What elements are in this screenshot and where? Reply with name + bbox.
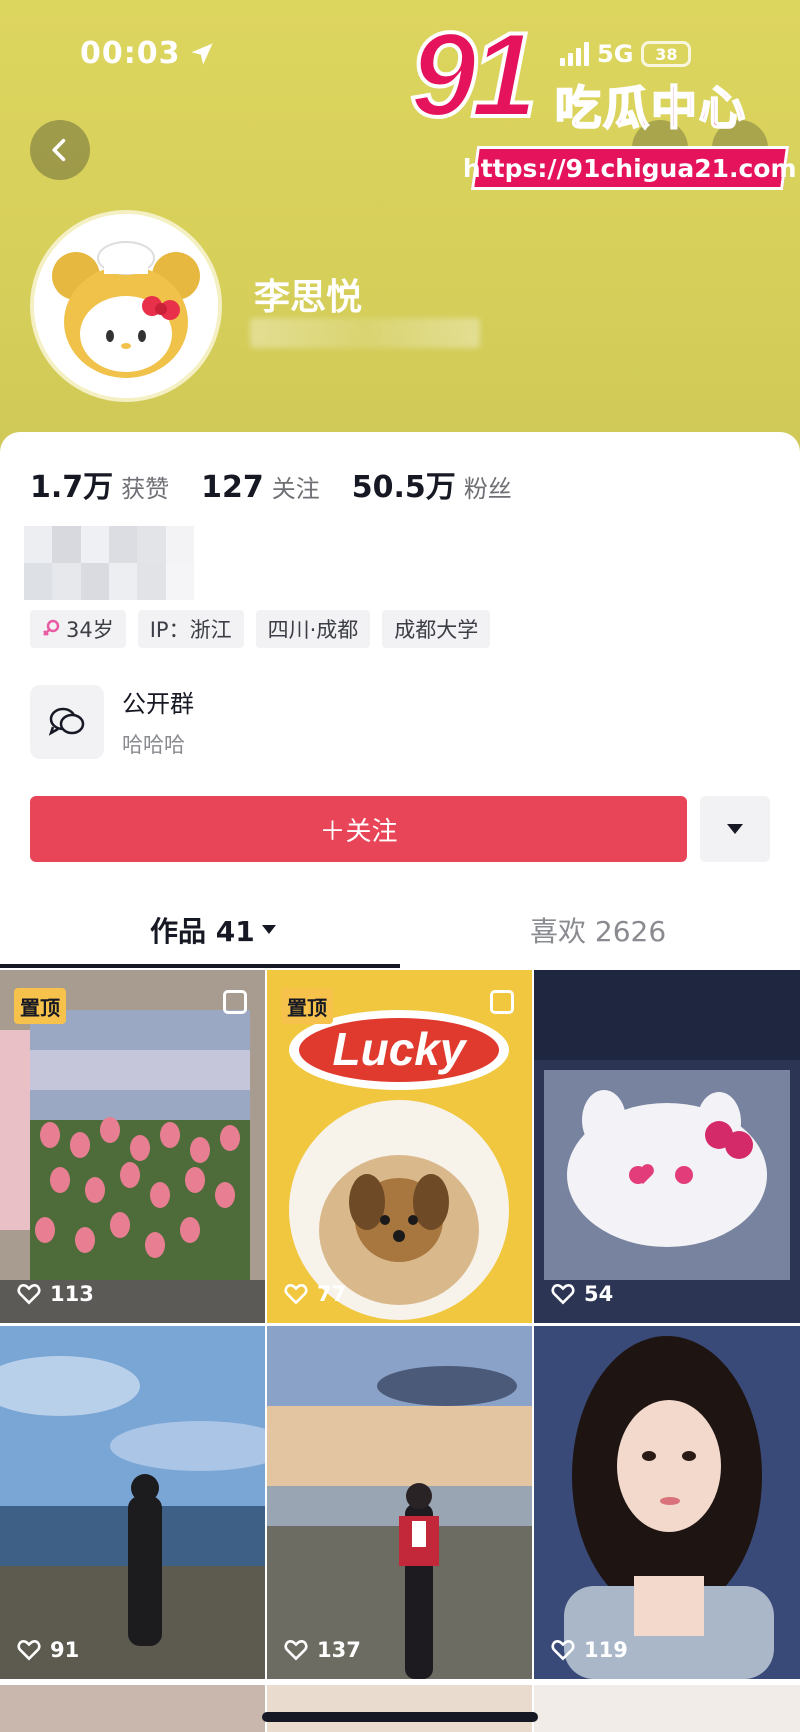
active-tab-indicator: [0, 964, 400, 968]
heart-icon: [17, 1284, 41, 1305]
posts-grid-next-row: [0, 1685, 800, 1732]
post-thumbnail[interactable]: [534, 1685, 800, 1732]
tab-works-label: 作品 41: [150, 915, 255, 948]
back-button[interactable]: [30, 120, 90, 180]
svg-text:Lucky: Lucky: [333, 1023, 468, 1075]
post-likes: 91: [16, 1637, 79, 1663]
profile-stats: 1.7万 获赞 127 关注 50.5万 粉丝: [30, 462, 512, 506]
stat-following-value: 127: [201, 470, 264, 505]
follow-button[interactable]: ＋关注: [30, 796, 687, 862]
tab-likes[interactable]: 喜欢 2626: [530, 910, 666, 950]
post-thumbnail[interactable]: 137: [267, 1326, 532, 1679]
posts-grid: 置顶 113 Lucky 置顶 77 54 91 137 119: [0, 970, 800, 1679]
stat-followers-value: 50.5万: [351, 470, 456, 505]
follow-button-label: ＋关注: [319, 816, 398, 847]
heart-icon: [551, 1284, 575, 1305]
post-likes-count: 91: [50, 1638, 80, 1662]
post-image: [534, 970, 800, 1323]
post-likes: 137: [283, 1637, 361, 1663]
pinned-badge: 置顶: [281, 988, 333, 1024]
post-likes-count: 137: [317, 1638, 361, 1662]
post-likes-count: 54: [584, 1282, 614, 1306]
post-thumbnail[interactable]: 54: [534, 970, 800, 1323]
avatar[interactable]: [30, 210, 222, 402]
post-thumbnail[interactable]: [0, 1685, 265, 1732]
heart-icon: [17, 1640, 41, 1661]
select-checkbox[interactable]: [223, 990, 247, 1014]
profile-tags: 34岁 IP：浙江 四川·成都 成都大学: [30, 610, 491, 648]
tab-works[interactable]: 作品 41: [150, 910, 277, 950]
post-likes: 113: [16, 1281, 94, 1307]
home-indicator[interactable]: [262, 1712, 538, 1722]
tab-likes-label: 喜欢 2626: [530, 915, 667, 948]
group-chat-icon: [30, 684, 104, 759]
watermark-logo: 91 吃瓜中心 https://91chigua21.com: [400, 6, 800, 190]
post-image: [267, 1326, 532, 1679]
post-thumbnail[interactable]: Lucky 置顶 77: [267, 970, 532, 1323]
post-likes: 77: [283, 1281, 346, 1307]
post-thumbnail[interactable]: [267, 1685, 532, 1732]
watermark-url: https://91chigua21.com: [463, 146, 797, 190]
post-thumbnail[interactable]: 91: [0, 1326, 265, 1679]
watermark-brand: 吃瓜中心: [554, 80, 747, 136]
public-group-entry[interactable]: 公开群 哈哈哈: [30, 684, 194, 759]
stat-followers-label: 粉丝: [463, 475, 512, 503]
heart-icon: [284, 1640, 308, 1661]
location-arrow-icon: [191, 43, 213, 65]
profile-name: 李思悦: [254, 277, 363, 318]
age-tag-text: 34岁: [66, 618, 114, 642]
stat-followers[interactable]: 50.5万 粉丝: [352, 462, 512, 506]
watermark-url-text: https://91chigua21.com: [463, 153, 797, 183]
profile-tabs: 作品 41 喜欢 2626: [0, 900, 800, 970]
age-tag: 34岁: [30, 610, 126, 648]
pinned-badge: 置顶: [14, 988, 66, 1024]
post-likes-count: 77: [317, 1282, 347, 1306]
post-image: [534, 1326, 800, 1679]
heart-icon: [284, 1284, 308, 1305]
chevron-left-icon: [52, 138, 66, 162]
select-checkbox[interactable]: [490, 990, 514, 1014]
stat-following[interactable]: 127 关注: [201, 469, 320, 505]
ip-tag-text: IP：浙江: [149, 618, 232, 642]
heart-icon: [551, 1640, 575, 1661]
post-thumbnail[interactable]: 119: [534, 1326, 800, 1679]
caret-down-icon: [727, 824, 743, 834]
post-likes-count: 113: [50, 1282, 94, 1306]
status-time: 00:03: [80, 36, 181, 71]
region-tag: 四川·成都: [255, 610, 371, 648]
school-tag[interactable]: 成都大学: [382, 610, 491, 648]
stat-likes-label: 获赞: [121, 475, 170, 503]
stat-likes[interactable]: 1.7万 获赞: [30, 462, 169, 506]
stat-likes-value: 1.7万: [30, 470, 114, 505]
group-title: 公开群: [122, 690, 194, 718]
avatar-image: [34, 214, 218, 398]
stat-following-label: 关注: [271, 475, 320, 503]
region-tag-text: 四川·成都: [267, 618, 359, 642]
group-subtitle: 哈哈哈: [122, 733, 185, 757]
school-tag-text: 成都大学: [394, 618, 479, 642]
post-thumbnail[interactable]: 置顶 113: [0, 970, 265, 1323]
blurred-bio: [24, 526, 194, 600]
group-text: 公开群 哈哈哈: [122, 684, 194, 759]
post-likes: 54: [550, 1281, 613, 1307]
follow-dropdown-button[interactable]: [700, 796, 770, 862]
caret-down-icon: [261, 925, 276, 934]
post-likes-count: 119: [584, 1638, 628, 1662]
watermark-number: 91: [408, 6, 540, 144]
post-likes: 119: [550, 1637, 628, 1663]
blurred-account-id: [250, 318, 480, 348]
ip-tag: IP：浙江: [137, 610, 244, 648]
post-image: [0, 1326, 265, 1679]
female-icon: [43, 619, 60, 636]
